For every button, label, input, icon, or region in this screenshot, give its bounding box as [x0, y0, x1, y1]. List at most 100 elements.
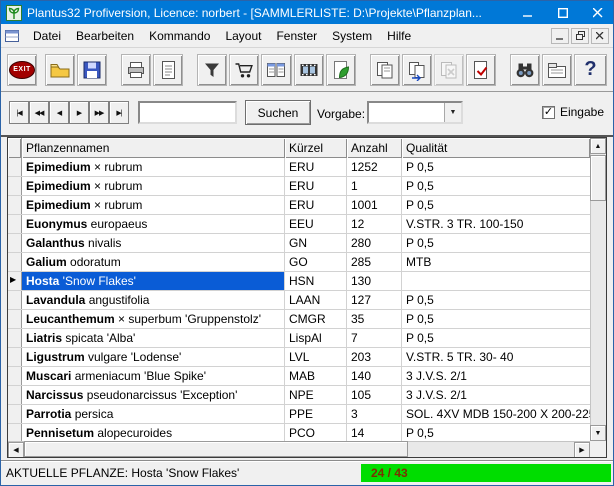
transfer-button[interactable]	[402, 54, 432, 86]
menu-datei[interactable]: Datei	[26, 25, 68, 47]
table-row[interactable]: Ligustrum vulgare 'Lodense' LVL 203 V.ST…	[8, 348, 590, 367]
vorgabe-combobox[interactable]: ▼	[367, 101, 463, 124]
row-selector[interactable]	[8, 196, 22, 214]
filter-funnel-icon	[201, 59, 223, 81]
row-selector[interactable]	[8, 177, 22, 195]
row-selector[interactable]	[8, 215, 22, 233]
search-input[interactable]	[138, 101, 237, 124]
row-selector[interactable]	[8, 234, 22, 252]
menu-bearbeiten[interactable]: Bearbeiten	[69, 25, 141, 47]
horizontal-scrollbar[interactable]: ◀ ▶	[8, 441, 590, 457]
copy-pages-icon	[374, 59, 396, 81]
table-row[interactable]: Leucanthemum × superbum 'Gruppenstolz' C…	[8, 310, 590, 329]
close-button[interactable]	[583, 1, 613, 24]
plant-info-button[interactable]	[326, 54, 356, 86]
cell-qualitaet: SOL. 4XV MDB 150-200 X 200-225	[402, 405, 590, 423]
cell-pflanzenname: Muscari armeniacum 'Blue Spike'	[22, 367, 285, 385]
help-button[interactable]: ?	[574, 54, 607, 86]
cell-qualitaet: P 0,5	[402, 158, 590, 176]
table-content: Pflanzennamen Kürzel Anzahl Qualität Epi…	[8, 138, 590, 441]
cell-pflanzenname: Ligustrum vulgare 'Lodense'	[22, 348, 285, 366]
row-selector[interactable]	[8, 348, 22, 366]
exit-button[interactable]: EXIT	[7, 54, 37, 86]
record-progress-bar: 24 / 43	[361, 464, 611, 482]
cell-kuerzel: LispAl	[285, 329, 347, 347]
table-row[interactable]: Epimedium × rubrum ERU 1252 P 0,5	[8, 158, 590, 177]
table-row[interactable]: Epimedium × rubrum ERU 1 P 0,5	[8, 177, 590, 196]
preview-button[interactable]	[153, 54, 183, 86]
row-selector[interactable]	[8, 291, 22, 309]
row-selector[interactable]	[8, 158, 22, 176]
table-row[interactable]: Muscari armeniacum 'Blue Spike' MAB 140 …	[8, 367, 590, 386]
header-anzahl[interactable]: Anzahl	[347, 138, 402, 158]
vertical-scroll-thumb[interactable]	[590, 155, 606, 201]
table-row[interactable]: Galanthus nivalis GN 280 P 0,5	[8, 234, 590, 253]
last-record-button[interactable]: ▶|	[109, 101, 129, 124]
row-selector[interactable]	[8, 310, 22, 328]
row-selector[interactable]	[8, 405, 22, 423]
cell-pflanzenname: Epimedium × rubrum	[22, 158, 285, 176]
table-row[interactable]: Galium odoratum GO 285 MTB	[8, 253, 590, 272]
table-row[interactable]: Lavandula angustifolia LAAN 127 P 0,5	[8, 291, 590, 310]
mdi-restore-button[interactable]	[571, 28, 589, 44]
print-button[interactable]	[121, 54, 151, 86]
scroll-right-icon[interactable]: ▶	[574, 442, 590, 458]
menu-fenster[interactable]: Fenster	[269, 25, 324, 47]
table-row[interactable]: Liatris spicata 'Alba' LispAl 7 P 0,5	[8, 329, 590, 348]
fast-next-button[interactable]: ▶▶	[89, 101, 109, 124]
filter-button[interactable]	[197, 54, 227, 86]
maximize-button[interactable]	[548, 1, 578, 24]
menu-hilfe[interactable]: Hilfe	[380, 25, 418, 47]
minimize-button[interactable]	[513, 1, 543, 24]
header-qualitaet[interactable]: Qualität	[402, 138, 590, 158]
header-pflanzennamen[interactable]: Pflanzennamen	[22, 138, 285, 158]
mdi-close-button[interactable]	[591, 28, 609, 44]
menu-kommando[interactable]: Kommando	[142, 25, 217, 47]
report-button[interactable]	[466, 54, 496, 86]
table-row[interactable]: Pennisetum alopecuroides PCO 14 P 0,5	[8, 424, 590, 441]
cell-qualitaet: V.STR. 5 TR. 30- 40	[402, 348, 590, 366]
row-selector[interactable]	[8, 386, 22, 404]
delete-entry-button[interactable]	[434, 54, 464, 86]
cell-kuerzel: ERU	[285, 158, 347, 176]
open-button[interactable]	[45, 54, 75, 86]
eingabe-label: Eingabe	[560, 105, 604, 119]
table-row[interactable]: Euonymus europaeus EEU 12 V.STR. 3 TR. 1…	[8, 215, 590, 234]
cart-button[interactable]	[229, 54, 259, 86]
row-selector[interactable]	[8, 424, 22, 441]
document-system-menu-icon[interactable]	[5, 28, 21, 43]
eingabe-checkbox[interactable]: ✓	[542, 106, 555, 119]
search-button[interactable]	[510, 54, 540, 86]
row-selector[interactable]: ▶	[8, 272, 22, 290]
vorgabe-label: Vorgabe:	[317, 107, 365, 121]
header-kuerzel[interactable]: Kürzel	[285, 138, 347, 158]
cell-qualitaet: P 0,5	[402, 177, 590, 195]
save-button[interactable]	[77, 54, 107, 86]
copy-button[interactable]	[370, 54, 400, 86]
menu-layout[interactable]: Layout	[218, 25, 268, 47]
mdi-minimize-button[interactable]	[551, 28, 569, 44]
table-row[interactable]: ▶ Hosta 'Snow Flakes' HSN 130	[8, 272, 590, 291]
scroll-down-icon[interactable]: ▼	[590, 425, 606, 441]
prev-record-button[interactable]: ◀	[49, 101, 69, 124]
table-row[interactable]: Narcissus pseudonarcissus 'Exception' NP…	[8, 386, 590, 405]
scroll-left-icon[interactable]: ◀	[8, 442, 24, 458]
horizontal-scroll-thumb[interactable]	[24, 441, 408, 457]
card-index-button[interactable]	[542, 54, 572, 86]
first-record-button[interactable]: |◀	[9, 101, 29, 124]
scroll-up-icon[interactable]: ▲	[590, 138, 606, 154]
menu-system[interactable]: System	[325, 25, 379, 47]
media-button[interactable]	[294, 54, 324, 86]
vertical-scrollbar[interactable]: ▲ ▼	[590, 138, 606, 441]
catalog-button[interactable]	[261, 54, 291, 86]
table-row[interactable]: Parrotia persica PPE 3 SOL. 4XV MDB 150-…	[8, 405, 590, 424]
next-record-button[interactable]: ▶	[69, 101, 89, 124]
row-selector[interactable]	[8, 367, 22, 385]
row-selector[interactable]	[8, 329, 22, 347]
dropdown-arrow-icon[interactable]: ▼	[444, 103, 461, 122]
suchen-button[interactable]: Suchen	[245, 100, 311, 125]
fast-prev-button[interactable]: ◀◀	[29, 101, 49, 124]
row-selector[interactable]	[8, 253, 22, 271]
table-row[interactable]: Epimedium × rubrum ERU 1001 P 0,5	[8, 196, 590, 215]
cell-kuerzel: EEU	[285, 215, 347, 233]
